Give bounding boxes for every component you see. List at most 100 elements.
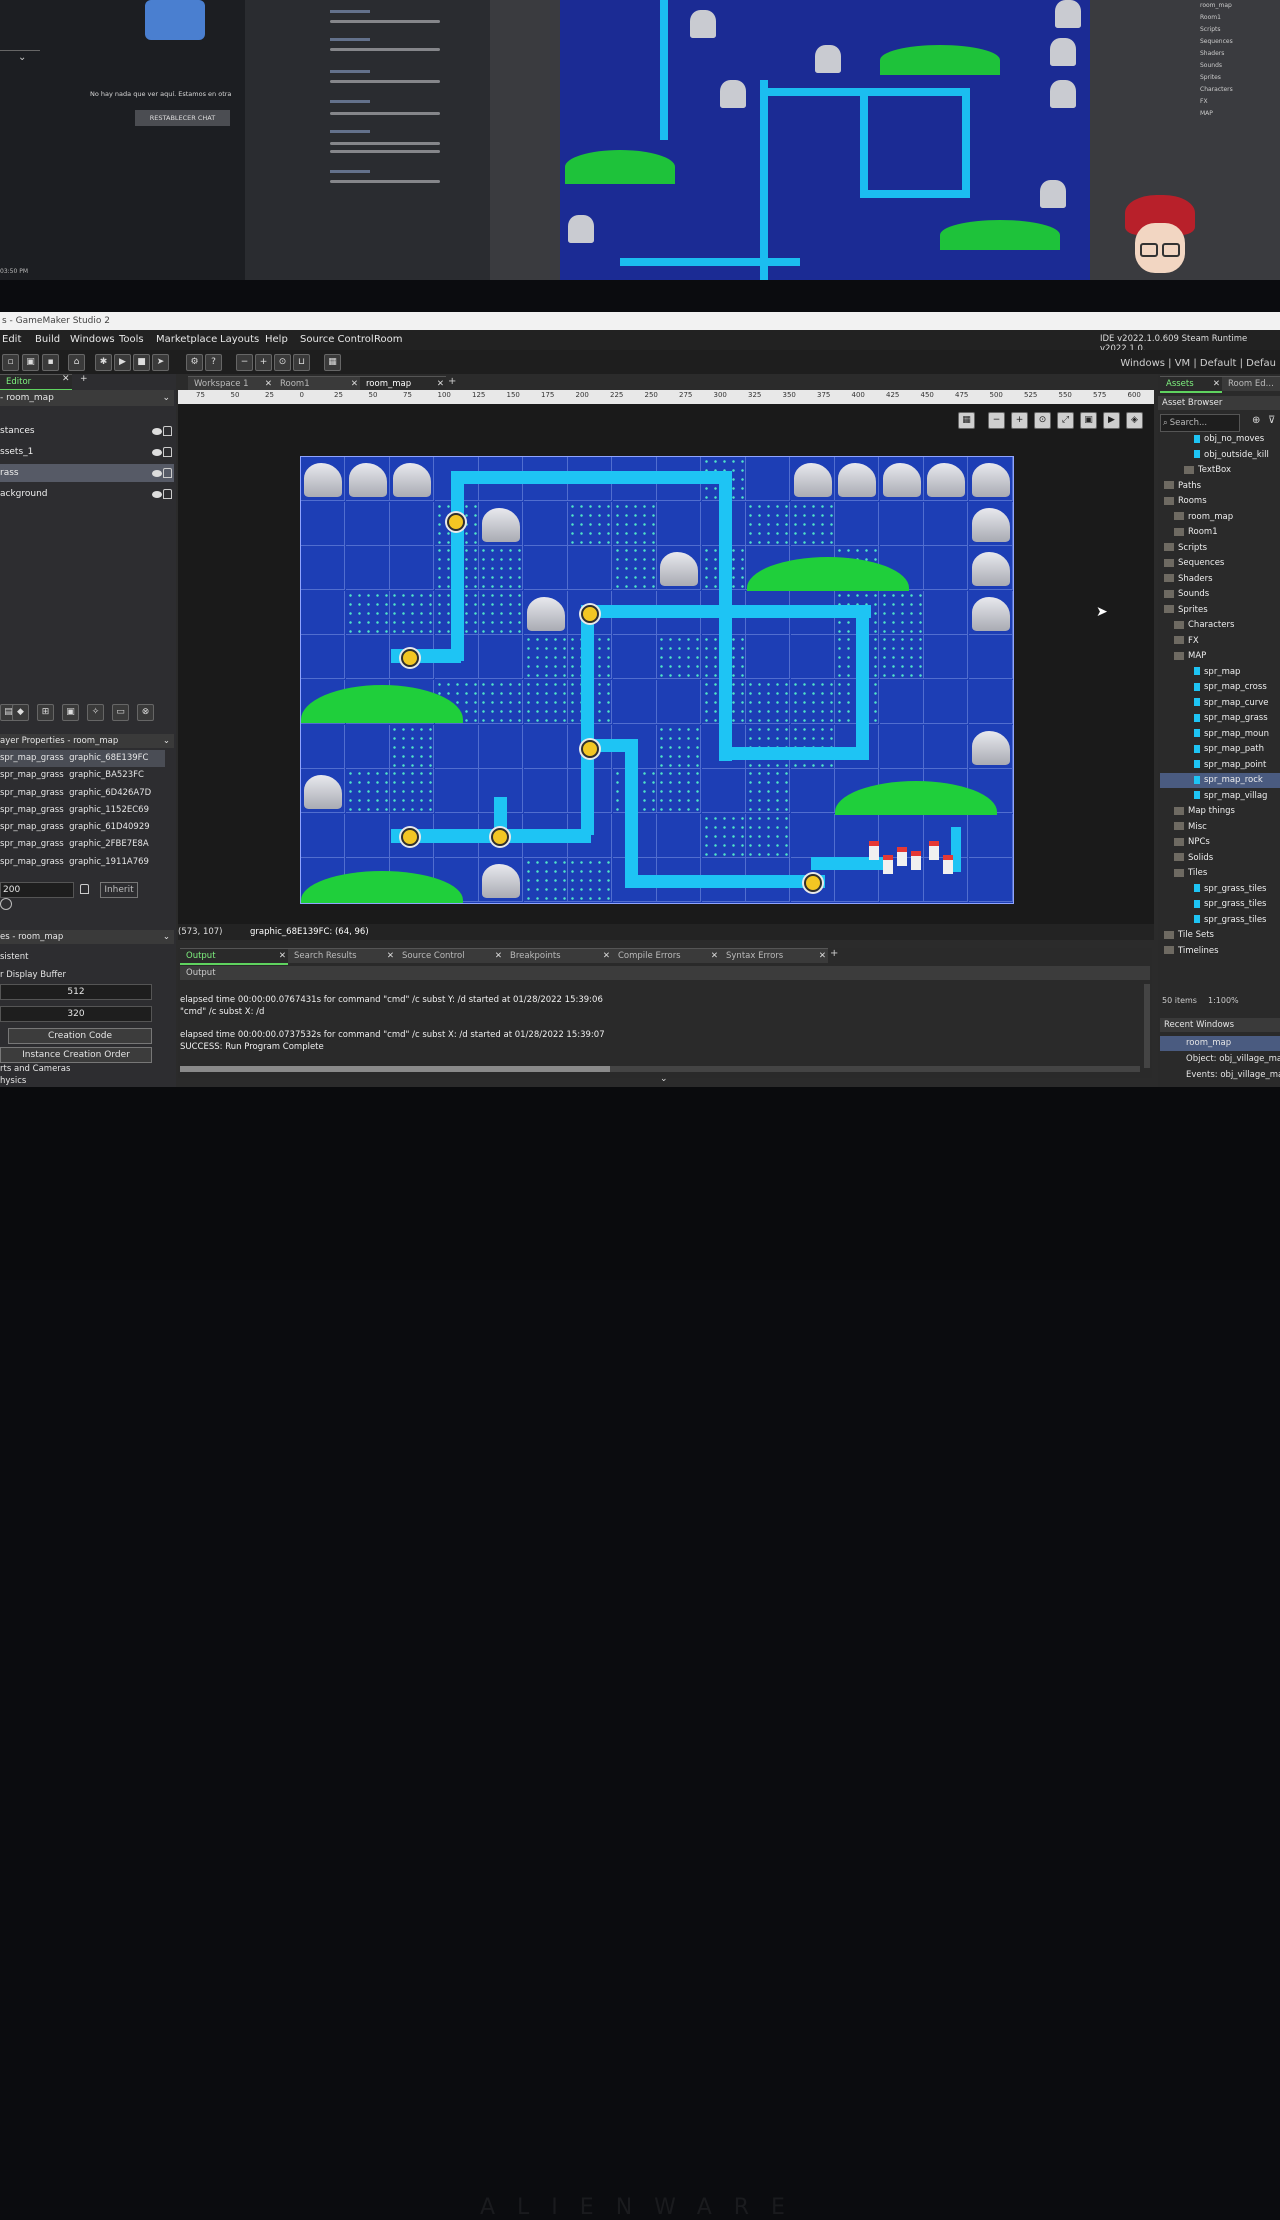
asset-tree-item[interactable]: NPCs <box>1160 835 1210 850</box>
room-dropdown[interactable]: - room_map ⌄ <box>0 390 174 406</box>
asset-tree-item[interactable]: spr_grass_tiles <box>1160 913 1267 928</box>
inherit-button[interactable]: Inherit <box>100 882 138 898</box>
close-icon[interactable]: ✕ <box>279 949 286 963</box>
tab-assets[interactable]: Assets ✕ <box>1160 376 1222 393</box>
menu-help[interactable]: Help <box>265 334 288 345</box>
settings-icon[interactable]: ⚙ <box>186 354 203 371</box>
creation-code-button[interactable]: Creation Code <box>8 1028 152 1044</box>
asset-tree-item[interactable]: spr_map_curve <box>1160 696 1269 711</box>
room-map-view[interactable] <box>300 456 1014 904</box>
search-input[interactable]: ⌕ Search... <box>1160 414 1240 432</box>
help-icon[interactable]: ? <box>205 354 222 371</box>
save-icon[interactable]: ▪ <box>42 354 59 371</box>
folder-icon[interactable]: ▭ <box>112 704 129 721</box>
lock-icon[interactable] <box>163 468 172 478</box>
menu-build[interactable]: Build <box>35 334 60 345</box>
asset-tree-item[interactable]: Solids <box>1160 851 1213 866</box>
zoom-reset-icon[interactable]: ⊙ <box>1034 412 1051 429</box>
list-item[interactable]: spr_map_grass graphic_BA523FC <box>0 767 165 784</box>
grid-toggle-icon[interactable]: ▦ <box>958 412 975 429</box>
reset-chat-button[interactable]: RESTABLECER CHAT <box>135 110 230 126</box>
asset-tree-item[interactable]: Map things <box>1160 804 1235 819</box>
asset-tree-item[interactable]: Sounds <box>1160 587 1209 602</box>
list-item[interactable]: spr_map_grass graphic_2FBE7E8A <box>0 836 165 853</box>
build-icon[interactable]: ⌂ <box>68 354 85 371</box>
close-icon[interactable]: ✕ <box>1213 377 1220 391</box>
asset-tree-item[interactable]: TextBox <box>1160 463 1231 478</box>
asset-tree-item[interactable]: Room1 <box>1160 525 1218 540</box>
lock-icon[interactable] <box>163 447 172 457</box>
zoom-in-icon[interactable]: + <box>255 354 272 371</box>
tab-compile-errors[interactable]: Compile Errors ✕ <box>612 948 720 963</box>
horizontal-scrollbar[interactable] <box>180 1066 1140 1072</box>
effect-layer-icon[interactable]: ✧ <box>87 704 104 721</box>
menu-tools[interactable]: Tools <box>119 334 144 345</box>
list-item[interactable]: spr_map_grass graphic_1911A769 <box>0 854 165 871</box>
grid-icon[interactable]: ▦ <box>324 354 341 371</box>
close-icon[interactable]: ✕ <box>62 374 70 384</box>
marketplace-icon[interactable]: ⊔ <box>293 354 310 371</box>
menu-edit[interactable]: Edit <box>2 334 21 345</box>
list-item[interactable]: spr_map_grass graphic_6D426A7D <box>0 785 165 802</box>
tab-output[interactable]: Output ✕ <box>180 948 288 965</box>
add-tab-icon[interactable]: + <box>830 948 838 959</box>
eye-icon[interactable] <box>152 428 162 435</box>
clean-icon[interactable]: ➤ <box>152 354 169 371</box>
instance-layer-icon[interactable]: ◆ <box>12 704 29 721</box>
close-icon[interactable]: ✕ <box>351 377 358 391</box>
asset-tree-item[interactable]: Characters <box>1160 618 1234 633</box>
menu-marketplace[interactable]: Marketplace <box>156 334 217 345</box>
asset-tree-item[interactable]: Paths <box>1160 479 1201 494</box>
room-width-input[interactable]: 512 <box>0 984 152 1000</box>
asset-tree-item[interactable]: spr_map_villag <box>1160 789 1267 804</box>
asset-tree-item[interactable]: Tiles <box>1160 866 1207 881</box>
persistent-checkbox-label[interactable]: sistent <box>0 952 29 962</box>
stop-icon[interactable]: ■ <box>133 354 150 371</box>
close-icon[interactable]: ✕ <box>387 949 394 963</box>
asset-tree-item[interactable]: Timelines <box>1160 944 1219 959</box>
tab-syntax-errors[interactable]: Syntax Errors ✕ <box>720 948 828 963</box>
debug-icon[interactable]: ✱ <box>95 354 112 371</box>
path-layer-icon[interactable]: ▣ <box>62 704 79 721</box>
asset-tree-item[interactable]: Misc <box>1160 820 1207 835</box>
screenshot-icon[interactable]: ▣ <box>1080 412 1097 429</box>
viewports-section[interactable]: rts and Cameras <box>0 1064 70 1074</box>
asset-tree-item[interactable]: spr_map_cross <box>1160 680 1267 695</box>
zoom-out-icon[interactable]: − <box>236 354 253 371</box>
lock-icon[interactable] <box>80 882 90 894</box>
room-height-input[interactable]: 320 <box>0 1006 152 1022</box>
add-tab-icon[interactable]: + <box>80 374 88 384</box>
recent-item[interactable]: Object: obj_village_map <box>1160 1052 1280 1067</box>
asset-tree-item[interactable]: obj_no_moves <box>1160 432 1264 447</box>
zoom-in-icon[interactable]: + <box>1011 412 1028 429</box>
lock-icon[interactable] <box>163 489 172 499</box>
asset-tree-item[interactable]: Scripts <box>1160 541 1207 556</box>
tile-layer-icon[interactable]: ⊞ <box>37 704 54 721</box>
play-icon[interactable]: ▶ <box>1103 412 1120 429</box>
eye-icon[interactable] <box>152 449 162 456</box>
close-icon[interactable]: ✕ <box>819 949 826 963</box>
recent-item[interactable]: room_map <box>1160 1036 1280 1051</box>
asset-tree-item[interactable]: obj_outside_kill <box>1160 448 1269 463</box>
asset-tree-item[interactable]: spr_map_point <box>1160 758 1266 773</box>
asset-tree-item[interactable]: Rooms <box>1160 494 1207 509</box>
list-item[interactable]: spr_map_grass graphic_61D40929 <box>0 819 165 836</box>
tab-search-results[interactable]: Search Results ✕ <box>288 948 396 963</box>
zoom-out-icon[interactable]: − <box>988 412 1005 429</box>
tab-workspace-1[interactable]: Workspace 1 ✕ <box>188 376 274 391</box>
asset-tree-item[interactable]: spr_map_moun <box>1160 727 1269 742</box>
asset-tree-item[interactable]: room_map <box>1160 510 1233 525</box>
clear-icon[interactable] <box>0 898 12 910</box>
layout-links[interactable]: Windows | VM | Default | Defau <box>1120 358 1276 369</box>
physics-section[interactable]: hysics <box>0 1076 26 1086</box>
depth-input[interactable]: 200 <box>0 882 74 898</box>
close-icon[interactable]: ✕ <box>437 377 444 391</box>
zoom-reset-icon[interactable]: ⊙ <box>274 354 291 371</box>
layer-grass[interactable]: rass <box>0 464 174 482</box>
instance-order-button[interactable]: Instance Creation Order <box>0 1047 152 1063</box>
eye-icon[interactable] <box>152 470 162 477</box>
menu-room[interactable]: Room <box>374 334 402 345</box>
menu-layouts[interactable]: Layouts <box>220 334 259 345</box>
eye-icon[interactable] <box>152 491 162 498</box>
asset-tree-item[interactable]: spr_grass_tiles <box>1160 897 1267 912</box>
